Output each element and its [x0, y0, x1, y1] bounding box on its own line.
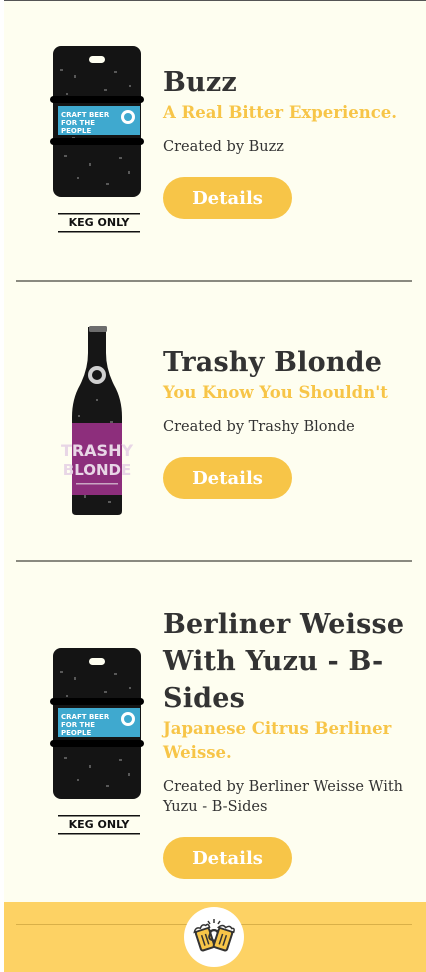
beer-tagline: A Real Bitter Experience.: [163, 103, 398, 122]
bottle-image: TRASHY BLONDE: [44, 325, 154, 517]
beer-creator: Created by Trashy Blonde: [163, 419, 355, 435]
details-button[interactable]: Details: [163, 837, 292, 879]
beer-card: CRAFT BEER FOR THE PEOPLE KEG ONLY Buzz …: [4, 1, 426, 281]
svg-text:CRAFT BEER: CRAFT BEER: [61, 111, 110, 119]
beer-creator: Created by Berliner Weisse With Yuzu - B…: [163, 779, 404, 815]
svg-text:FOR THE: FOR THE: [61, 721, 95, 729]
keg-image: CRAFT BEER FOR THE PEOPLE KEG ONLY: [44, 45, 154, 237]
svg-text:CRAFT BEER: CRAFT BEER: [61, 713, 110, 721]
svg-text:PEOPLE: PEOPLE: [61, 127, 91, 135]
home-logo-button[interactable]: [184, 907, 244, 967]
beer-card: CRAFT BEER FOR THE PEOPLE KEG ONLY Berli…: [4, 562, 426, 902]
svg-text:TRASHY: TRASHY: [61, 441, 134, 460]
details-button[interactable]: Details: [163, 457, 292, 499]
beer-tagline: You Know You Shouldn't: [163, 383, 388, 402]
svg-text:KEG ONLY: KEG ONLY: [69, 216, 131, 229]
beer-list-page: CRAFT BEER FOR THE PEOPLE KEG ONLY Buzz …: [4, 0, 426, 972]
beer-name: Trashy Blonde: [163, 347, 383, 378]
beer-creator: Created by Buzz: [163, 139, 284, 155]
beer-tagline: Japanese Citrus Berliner Weisse.: [163, 719, 392, 762]
keg-image: CRAFT BEER FOR THE PEOPLE KEG ONLY: [44, 647, 154, 839]
bottle-icon: TRASHY BLONDE: [61, 326, 134, 515]
svg-text:KEG ONLY: KEG ONLY: [69, 818, 131, 831]
beer-card: TRASHY BLONDE Trashy Blonde You Know You…: [4, 282, 426, 562]
details-button[interactable]: Details: [163, 177, 292, 219]
keg-icon: CRAFT BEER FOR THE PEOPLE KEG ONLY: [50, 648, 144, 835]
beer-name: Buzz: [163, 67, 237, 98]
beer-name: Berliner Weisse With Yuzu - B-Sides: [163, 609, 405, 714]
svg-text:BLONDE: BLONDE: [63, 461, 131, 479]
beer-mugs-icon: [193, 919, 235, 952]
keg-icon: CRAFT BEER FOR THE PEOPLE KEG ONLY: [50, 46, 144, 233]
footer-bar: [4, 902, 426, 972]
svg-text:FOR THE: FOR THE: [61, 119, 95, 127]
svg-text:PEOPLE: PEOPLE: [61, 729, 91, 737]
